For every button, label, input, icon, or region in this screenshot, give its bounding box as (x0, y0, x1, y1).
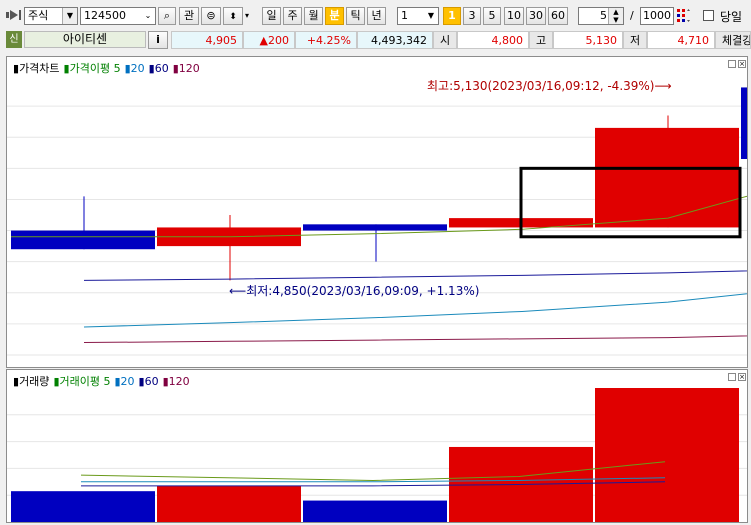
low-value: 4,710 (647, 31, 715, 49)
period-button-2[interactable]: 월 (304, 7, 323, 25)
chevron-down-icon[interactable]: ▼ (424, 8, 438, 24)
volume-bar (11, 491, 155, 522)
period-button-3[interactable]: 분 (325, 7, 344, 25)
favorite-label: 관 (183, 9, 195, 22)
stock-code-input[interactable]: 124500 ⌄ (80, 7, 156, 25)
period-button-0[interactable]: 일 (262, 7, 281, 25)
link-arrow-icon[interactable] (6, 8, 22, 22)
price-ma-line-2 (83, 270, 747, 281)
volume-bar (303, 500, 447, 522)
search-button[interactable]: ⌕ (158, 7, 176, 25)
volume-value: 4,493,342 (357, 31, 433, 49)
max-count-input[interactable]: 1000 (640, 7, 674, 25)
quick-interval-1[interactable]: 1 (443, 7, 461, 25)
low-label: 저 (623, 31, 647, 49)
interval-select[interactable]: 1 ▼ (397, 7, 439, 25)
period-button-4[interactable]: 틱 (346, 7, 365, 25)
new-badge: 신 (6, 31, 22, 48)
candle-body (11, 230, 155, 250)
info-row: 신 아이티센 i 4,905 ▲200 +4.25% 4,493,342 시 4… (0, 30, 751, 50)
max-count-value: 1000 (643, 9, 671, 22)
info-button[interactable]: i (148, 31, 168, 49)
stock-name[interactable]: 아이티센 (24, 31, 146, 48)
change-percent: +4.25% (295, 31, 357, 49)
current-price: 4,905 (171, 31, 243, 49)
open-value: 4,800 (457, 31, 529, 49)
gear-icon: ⊜ (206, 9, 216, 22)
interval-value: 1 (401, 9, 408, 22)
high-value: 5,130 (553, 31, 623, 49)
volume-bar (157, 485, 301, 522)
high-label: 고 (529, 31, 553, 49)
quick-interval-5[interactable]: 5 (483, 7, 501, 25)
settings-button[interactable]: ⊜ (201, 7, 221, 25)
chevron-down-icon[interactable]: ▼ (62, 8, 77, 24)
favorite-button[interactable]: 관 (179, 7, 199, 25)
price-chart-panel[interactable]: ▮가격차트 ▮가격이평 5 ▮20 ▮60 ▮120 × 최고:5,130(2023/0… (6, 56, 748, 368)
candle-body (303, 224, 447, 231)
spin-button[interactable]: ⬍ (223, 7, 243, 25)
open-label: 시 (433, 31, 457, 49)
chevron-down-icon[interactable]: ⌄ (141, 8, 155, 24)
low-annotation: ⟵최저:4,850(2023/03/16,09:09, +1.13%) (229, 284, 480, 298)
stock-code-value: 124500 (84, 9, 126, 22)
info-icon: i (156, 33, 160, 46)
count-value: 5 (600, 9, 607, 22)
price-change: ▲200 (243, 31, 295, 49)
today-checkbox[interactable] (703, 10, 714, 21)
market-type-select[interactable]: 주식 ▼ (24, 7, 78, 25)
spinner-icon[interactable]: ▲ ▼ (608, 8, 623, 24)
price-ma-line-3 (83, 335, 747, 344)
volume-chart[interactable] (7, 370, 747, 522)
quick-interval-60[interactable]: 60 (548, 7, 568, 25)
trade-strength-label: 체결강 (715, 31, 751, 49)
up-down-icon: ⬍ (229, 12, 237, 22)
quick-interval-30[interactable]: 30 (526, 7, 546, 25)
candle-body (595, 127, 739, 228)
today-label: 당일 (720, 10, 743, 24)
candle-body (741, 87, 747, 159)
volume-chart-panel[interactable]: ▮거래량 ▮거래이평 5 ▮20 ▮60 ▮120 × (6, 369, 748, 523)
toolbar: 주식 ▼ 124500 ⌄ ⌕ 관 ⊜ ⬍ ▾ 일주월분틱년 1 ▼ 1 3 5 10… (0, 0, 751, 30)
small-dropdown-icon[interactable]: ▾ (245, 11, 249, 20)
data-options-icon[interactable] (676, 8, 692, 24)
count-input[interactable]: 5 ▲ ▼ (578, 7, 624, 25)
quick-interval-10[interactable]: 10 (504, 7, 524, 25)
high-annotation: 최고:5,130(2023/03/16,09:12, -4.39%)⟶ (427, 79, 672, 93)
volume-bar (595, 388, 739, 522)
period-button-5[interactable]: 년 (367, 7, 386, 25)
quick-interval-3[interactable]: 3 (463, 7, 481, 25)
price-chart[interactable] (7, 57, 747, 367)
search-icon: ⌕ (163, 9, 171, 22)
period-button-1[interactable]: 주 (283, 7, 302, 25)
slash-text: / (630, 9, 634, 22)
market-type-value: 주식 (28, 9, 49, 22)
